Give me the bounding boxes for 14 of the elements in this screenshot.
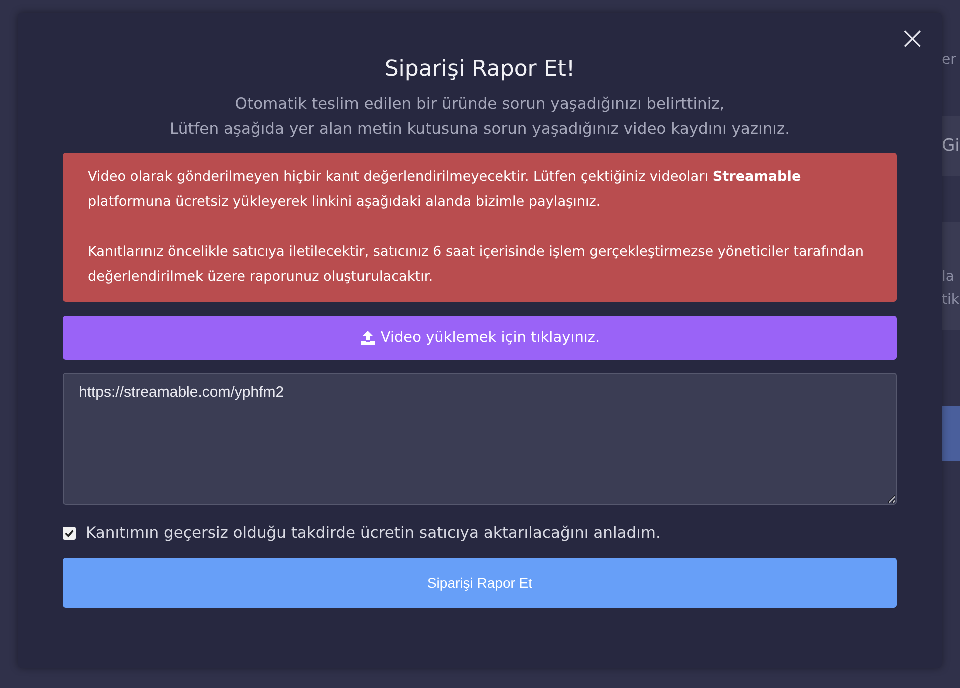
agreement-checkbox[interactable] [63, 526, 76, 540]
background-text: la [941, 268, 956, 287]
close-button[interactable]: × [895, 23, 930, 53]
upload-button[interactable]: Video yüklemek için tıklayınız. [63, 316, 897, 360]
background-text: er [941, 52, 958, 68]
warning-text: Kanıtlarınız öncelikle satıcıya iletilecektir, satıcınız 6 saat içerisinde işlem gerçekleştirmezse yöneticiler tarafından değerlendirilmek üzere raporunuz oluşturulacaktır. [88, 243, 865, 287]
modal-subtitle: Otomatik teslim edilen bir üründe sorun yaşadığınızı belirttiniz, Lütfen aşağıda yer alan metin kutusuna sorun yaşadığınız video kaydını yazınız. [168, 94, 792, 140]
agreement-label: Kanıtımın geçersiz olduğu takdirde ücretin satıcıya aktarılacağını anladım. [86, 524, 661, 542]
modal-title: Siparişi Rapor Et! [384, 57, 576, 82]
background-text: Gi [941, 135, 960, 156]
warning-text: Video olarak gönderilmeyen hiçbir kanıt değerlendirilmeyecektir. Lütfen çektiğiniz videoları Streamable platformuna ücretsiz yükleyerek linkini aşağıdaki alanda bizimle paylaşınız. [88, 168, 802, 212]
upload-icon [360, 330, 376, 346]
link-field[interactable]: https://streamable.com/yphfm2 [63, 373, 897, 505]
background-text: tik [941, 291, 960, 310]
